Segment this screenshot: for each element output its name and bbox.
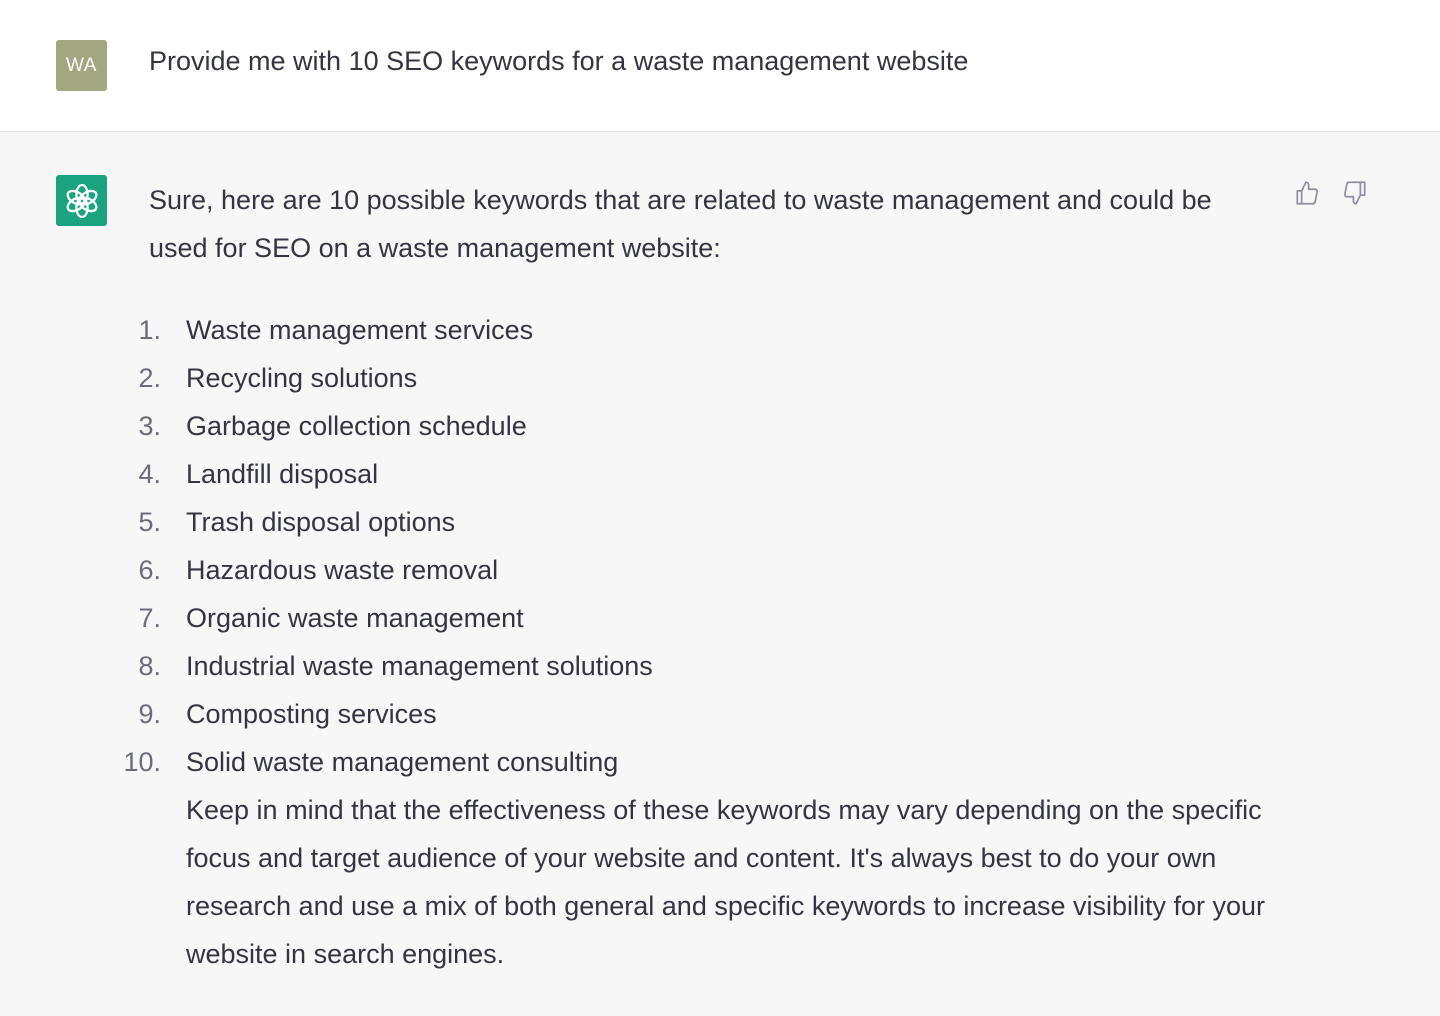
assistant-avatar <box>56 175 107 226</box>
list-item-number: 9. <box>138 699 161 729</box>
list-item-number: 6. <box>138 555 161 585</box>
list-item-text: Recycling solutions <box>186 363 418 393</box>
list-item: 5. Trash disposal options <box>138 498 1259 546</box>
list-item: 4. Landfill disposal <box>138 450 1259 498</box>
assistant-intro-text: Sure, here are 10 possible keywords that… <box>149 185 1212 263</box>
list-item-text: Hazardous waste removal <box>186 555 499 585</box>
openai-logo-icon <box>66 183 97 218</box>
list-item-text: Industrial waste management solutions <box>186 651 653 681</box>
keyword-list: 1. Waste management services 2. Recyclin… <box>123 306 1259 786</box>
list-item: 6. Hazardous waste removal <box>138 546 1259 594</box>
list-item-number: 5. <box>138 507 161 537</box>
feedback-buttons <box>1294 178 1368 208</box>
list-item-text: Waste management services <box>186 315 534 345</box>
user-message-row: WA Provide me with 10 SEO keywords for a… <box>0 0 1440 132</box>
list-item-text: Composting services <box>186 699 437 729</box>
list-item-text: Solid waste management consulting <box>186 747 619 777</box>
list-item-text: Landfill disposal <box>186 459 379 489</box>
list-item: 1. Waste management services <box>138 306 1259 354</box>
list-item: 3. Garbage collection schedule <box>138 402 1259 450</box>
assistant-message-content: Sure, here are 10 possible keywords that… <box>123 176 1265 978</box>
user-avatar: WA <box>56 40 107 91</box>
thumbs-up-icon <box>1296 181 1319 205</box>
list-item: 7. Organic waste management <box>138 594 1259 642</box>
list-item-number: 7. <box>138 603 161 633</box>
list-item-text: Trash disposal options <box>186 507 456 537</box>
thumbs-up-button[interactable] <box>1294 178 1320 208</box>
thumbs-down-icon <box>1343 181 1366 205</box>
list-item: 10. Solid waste management consulting <box>123 738 1259 786</box>
assistant-outro-text: Keep in mind that the effectiveness of t… <box>186 795 1266 969</box>
list-item-number: 4. <box>138 459 161 489</box>
list-item-number: 8. <box>138 651 161 681</box>
list-item: 2. Recycling solutions <box>138 354 1259 402</box>
list-item-number: 1. <box>138 315 161 345</box>
list-item-number: 2. <box>138 363 161 393</box>
user-message-text: Provide me with 10 SEO keywords for a wa… <box>149 46 969 76</box>
assistant-message-row: Sure, here are 10 possible keywords that… <box>0 132 1440 1016</box>
list-item-text: Organic waste management <box>186 603 524 633</box>
list-item-number: 10. <box>123 747 161 777</box>
thumbs-down-button[interactable] <box>1342 178 1368 208</box>
list-item: 8. Industrial waste management solutions <box>138 642 1259 690</box>
list-item-number: 3. <box>138 411 161 441</box>
list-item-text: Garbage collection schedule <box>186 411 527 441</box>
list-item: 9. Composting services <box>138 690 1259 738</box>
